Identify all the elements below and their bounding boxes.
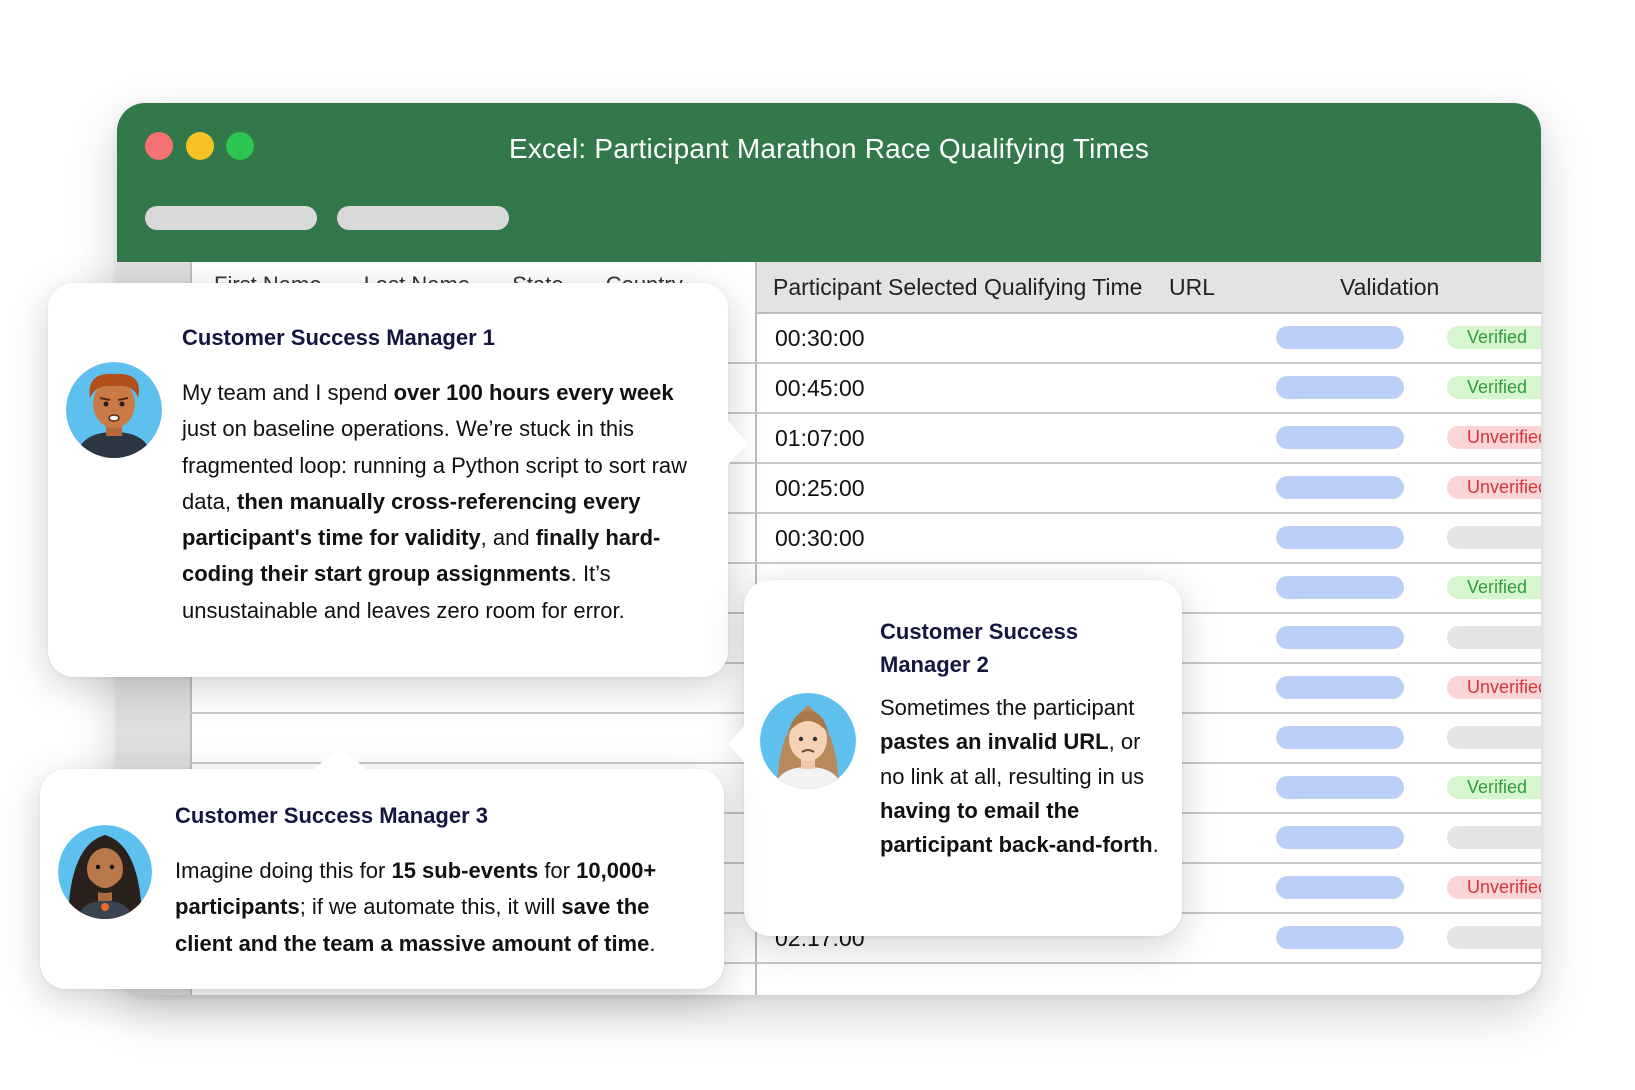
url-cell-placeholder[interactable] [1276, 826, 1404, 849]
card-name-csm3: Customer Success Manager 3 [175, 803, 489, 828]
card-pointer [728, 421, 748, 465]
url-cell-placeholder[interactable] [1276, 926, 1404, 949]
url-cell-placeholder[interactable] [1276, 426, 1404, 449]
validation-status-label: Verified [1467, 577, 1528, 597]
testimonial-card-csm2: Customer Success Manager 2 Sometimes the… [728, 580, 1182, 936]
card-pointer [314, 747, 366, 769]
url-cell-placeholder[interactable] [1276, 476, 1404, 499]
avatar-csm3 [58, 825, 152, 919]
avatar-csm1 [66, 362, 162, 458]
url-cell-placeholder[interactable] [1276, 626, 1404, 649]
header-url[interactable]: URL [1169, 274, 1215, 301]
quote-text: , and [480, 525, 536, 551]
quote-text: . [649, 930, 656, 956]
qualifying-time-cell[interactable]: 01:07:00 [775, 425, 865, 452]
validation-dropdown[interactable] [1447, 726, 1541, 749]
quote-text: Sometimes the participant [880, 695, 1135, 720]
column-header-row: Participant Selected Qualifying Time URL… [755, 262, 1541, 314]
validation-dropdown[interactable]: Unverified [1447, 876, 1541, 899]
toolbar-placeholder-1[interactable] [145, 206, 317, 230]
card-name-csm2: Customer Success Manager 2 [880, 619, 1079, 677]
toolbar-placeholder-2[interactable] [337, 206, 509, 230]
validation-status-label: Verified [1467, 327, 1528, 347]
quote-emphasis: pastes an invalid URL [880, 729, 1109, 755]
testimonial-card-csm1: Customer Success Manager 1 My team and I… [48, 283, 748, 677]
validation-dropdown[interactable] [1447, 826, 1541, 849]
header-validation[interactable]: Validation [1340, 274, 1439, 301]
validation-dropdown[interactable]: Verified [1447, 326, 1541, 349]
url-cell-placeholder[interactable] [1276, 676, 1404, 699]
quote-text: ; if we automate this, it will [299, 894, 562, 920]
validation-dropdown[interactable]: Unverified [1447, 676, 1541, 699]
validation-status-label: Verified [1467, 777, 1528, 797]
title-bar: Excel: Participant Marathon Race Qualify… [117, 103, 1541, 262]
validation-dropdown[interactable] [1447, 926, 1541, 949]
qualifying-time-cell[interactable]: 00:30:00 [775, 525, 865, 552]
url-cell-placeholder[interactable] [1276, 376, 1404, 399]
window-title: Excel: Participant Marathon Race Qualify… [508, 133, 1150, 164]
validation-status-label: Unverified [1467, 427, 1541, 447]
card-quote-csm2: Sometimes the participant pastes an inva… [880, 691, 1170, 862]
card-pointer [728, 726, 744, 762]
url-cell-placeholder[interactable] [1276, 876, 1404, 899]
qualifying-time-cell[interactable]: 00:25:00 [775, 475, 865, 502]
card-quote-csm1: My team and I spend over 100 hours every… [182, 375, 702, 629]
card-name-csm1: Customer Success Manager 1 [182, 325, 496, 350]
validation-dropdown[interactable]: Verified [1447, 776, 1541, 799]
url-cell-placeholder[interactable] [1276, 726, 1404, 749]
validation-status-label: Unverified [1467, 677, 1541, 697]
card-quote-csm3: Imagine doing this for 15 sub-events for… [175, 853, 695, 962]
quote-text: . [1152, 832, 1159, 858]
validation-status-label: Unverified [1467, 477, 1541, 497]
quote-text: for [538, 858, 577, 883]
validation-dropdown[interactable] [1447, 526, 1541, 549]
validation-status-label: Verified [1467, 377, 1528, 397]
url-cell-placeholder[interactable] [1276, 576, 1404, 599]
quote-text: My team and I spend [182, 380, 394, 405]
avatar-csm2 [760, 693, 856, 789]
quote-emphasis: over 100 hours every week [393, 380, 674, 405]
testimonial-card-csm3: Customer Success Manager 3 Imagine doing… [40, 747, 724, 989]
quote-text: Imagine doing this for [175, 858, 392, 883]
url-cell-placeholder[interactable] [1276, 326, 1404, 349]
quote-emphasis: having to email the participant back-and… [880, 797, 1153, 858]
qualifying-time-cell[interactable]: 00:45:00 [775, 375, 865, 402]
validation-status-label: Unverified [1467, 877, 1541, 897]
validation-dropdown[interactable]: Unverified [1447, 426, 1541, 449]
validation-dropdown[interactable]: Verified [1447, 576, 1541, 599]
header-qualifying-time[interactable]: Participant Selected Qualifying Time [773, 274, 1142, 301]
validation-dropdown[interactable] [1447, 626, 1541, 649]
url-cell-placeholder[interactable] [1276, 526, 1404, 549]
validation-dropdown[interactable]: Unverified [1447, 476, 1541, 499]
validation-dropdown[interactable]: Verified [1447, 376, 1541, 399]
url-cell-placeholder[interactable] [1276, 776, 1404, 799]
quote-emphasis: 15 sub-events [391, 858, 539, 883]
qualifying-time-cell[interactable]: 00:30:00 [775, 325, 865, 352]
